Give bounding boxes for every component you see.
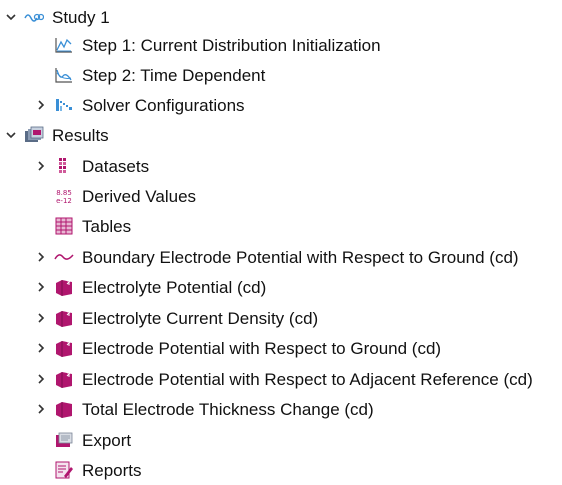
derived-values-icon-bottom: e-12 [56, 197, 72, 205]
chevron-right-icon[interactable] [34, 250, 48, 264]
export-icon [54, 430, 74, 450]
tree-node-label: Electrolyte Potential (cd) [82, 277, 267, 297]
chevron-right-icon[interactable] [34, 280, 48, 294]
3d-plot-group-icon [54, 308, 74, 328]
tree-node-derived-values[interactable]: 8.85 e-12 Derived Values [0, 181, 196, 211]
time-dependent-step-icon [54, 65, 74, 85]
derived-values-icon: 8.85 e-12 [54, 186, 74, 206]
tree-node-label: Study 1 [52, 7, 110, 27]
chevron-right-icon[interactable] [34, 372, 48, 386]
3d-plot-group-icon [54, 277, 74, 297]
study-icon [24, 7, 44, 27]
tree-node-label: Step 2: Time Dependent [82, 65, 266, 85]
tree-node-label: Boundary Electrode Potential with Respec… [82, 247, 519, 267]
tree-node-label: Total Electrode Thickness Change (cd) [82, 399, 374, 419]
chevron-right-icon[interactable] [34, 159, 48, 173]
chevron-right-icon[interactable] [34, 341, 48, 355]
datasets-icon [54, 156, 74, 176]
1d-plot-icon [54, 247, 74, 267]
3d-plot-group-icon [54, 338, 74, 358]
chevron-down-icon[interactable] [4, 128, 18, 142]
tree-node-label: Derived Values [82, 186, 197, 206]
3d-plot-group-icon [54, 399, 74, 419]
stationary-step-icon [54, 35, 74, 55]
tree-node-electrode-thickness-change[interactable]: Total Electrode Thickness Change (cd) [0, 394, 374, 424]
tree-node-label: Electrolyte Current Density (cd) [82, 308, 319, 328]
chevron-right-icon[interactable] [34, 98, 48, 112]
reports-icon [54, 460, 74, 480]
tree-node-results[interactable]: Results [0, 120, 109, 150]
tree-node-label: Tables [82, 216, 132, 236]
results-icon [24, 125, 44, 145]
tree-node-boundary-electrode-potential[interactable]: Boundary Electrode Potential with Respec… [0, 242, 519, 272]
3d-plot-group-icon [54, 369, 74, 389]
tree-node-export[interactable]: Export [0, 425, 131, 455]
tree-node-electrolyte-potential[interactable]: Electrolyte Potential (cd) [0, 272, 266, 302]
tree-node-solver-configurations[interactable]: Solver Configurations [0, 90, 245, 120]
tree-node-step-2[interactable]: Step 2: Time Dependent [0, 60, 265, 90]
tree-node-label: Electrode Potential with Respect to Grou… [82, 338, 442, 358]
tree-node-electrode-potential-ground[interactable]: Electrode Potential with Respect to Grou… [0, 333, 441, 363]
tree-node-datasets[interactable]: Datasets [0, 151, 149, 181]
tree-node-electrolyte-current-density[interactable]: Electrolyte Current Density (cd) [0, 303, 318, 333]
chevron-down-icon[interactable] [4, 10, 18, 24]
solver-configurations-icon [54, 95, 74, 115]
tree-node-label: Solver Configurations [82, 95, 245, 115]
chevron-right-icon[interactable] [34, 402, 48, 416]
tree-node-electrode-potential-reference[interactable]: Electrode Potential with Respect to Adja… [0, 364, 533, 394]
tree-node-label: Export [82, 430, 132, 450]
model-tree: Study 1 Step 1: Current Distribution Ini… [0, 0, 562, 483]
tree-node-label: Results [52, 125, 109, 145]
tree-node-label: Electrode Potential with Respect to Adja… [82, 369, 533, 389]
tree-node-tables[interactable]: Tables [0, 211, 131, 241]
derived-values-icon-top: 8.85 [56, 189, 72, 197]
tree-node-label: Step 1: Current Distribution Initializat… [82, 35, 381, 55]
tree-node-step-1[interactable]: Step 1: Current Distribution Initializat… [0, 30, 381, 60]
tree-node-label: Reports [82, 460, 142, 480]
tree-node-study[interactable]: Study 1 [0, 2, 110, 32]
tables-icon [54, 216, 74, 236]
tree-node-label: Datasets [82, 156, 150, 176]
tree-node-reports[interactable]: Reports [0, 455, 142, 485]
chevron-right-icon[interactable] [34, 311, 48, 325]
